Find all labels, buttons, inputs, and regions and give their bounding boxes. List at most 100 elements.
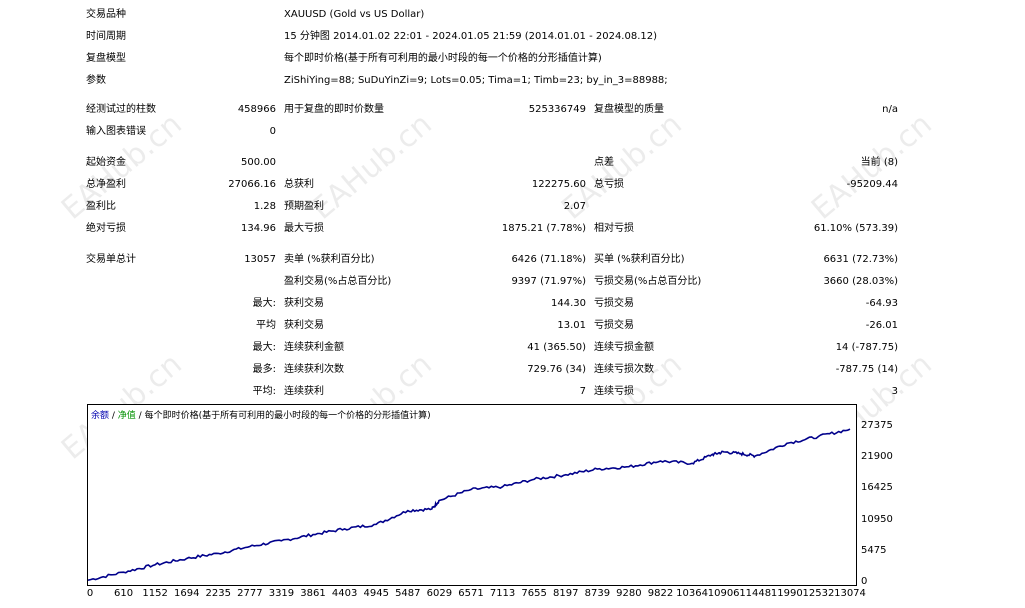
x-tick-label: 4945	[363, 588, 389, 599]
stats-row-drawdown: 绝对亏损 134.96 最大亏损 1875.21 (7.78%) 相对亏损 61…	[0, 218, 1025, 240]
largest-loss-label: 亏损交易	[594, 298, 634, 309]
stats-row-winloss: 盈利交易(%占总百分比) 9397 (71.97%) 亏损交易(%占总百分比) …	[0, 271, 1025, 293]
maxcons-losses-label: 连续亏损金额	[594, 342, 654, 353]
symbol-label: 交易品种	[86, 9, 126, 20]
y-tick-label: 5475	[861, 544, 887, 556]
y-tick-label: 10950	[861, 513, 893, 525]
x-tick-label: 8739	[584, 588, 611, 599]
y-tick-label: 0	[861, 576, 868, 587]
average-label: 平均	[256, 320, 276, 331]
avgcons-wins-label: 连续获利	[284, 386, 324, 397]
average-profit-label: 获利交易	[284, 320, 324, 331]
average-profit-value: 13.01	[557, 320, 586, 331]
x-tick-label: 2235	[205, 588, 231, 599]
spread-value: 当前 (8)	[860, 157, 898, 168]
short-label: 卖单 (%获利百分比)	[284, 254, 375, 265]
x-tick-label: 5487	[395, 588, 421, 599]
stats-row-mismatch: 输入图表错误 0	[0, 121, 1025, 143]
quality-label: 复盘模型的质量	[594, 104, 664, 115]
mismatch-label: 输入图表错误	[86, 126, 146, 137]
losstrades-value: 3660 (28.03%)	[823, 276, 898, 287]
maxcons-losses-value: 14 (-787.75)	[835, 342, 898, 353]
period-label: 时间周期	[86, 31, 126, 42]
bars-value: 458966	[237, 104, 276, 115]
pf-label: 盈利比	[86, 201, 116, 212]
x-tick-label: 4403	[331, 588, 358, 599]
maxconsp-profit-label: 连续获利次数	[284, 364, 344, 375]
x-tick-label: 12532	[802, 588, 835, 599]
x-tick-label: 7655	[521, 588, 547, 599]
maxconsp-loss-label: 连续亏损次数	[594, 364, 654, 375]
x-tick-label: 11990	[770, 588, 803, 599]
settings-row-symbol: 交易品种 XAUUSD (Gold vs US Dollar)	[0, 4, 1025, 26]
deposit-label: 起始资金	[86, 157, 126, 168]
stats-row-pf: 盈利比 1.28 预期盈利 2.07	[0, 196, 1025, 218]
largest-profit-value: 144.30	[551, 298, 586, 309]
maxdd-value: 1875.21 (7.78%)	[501, 223, 586, 234]
trades-label: 交易单总计	[86, 254, 136, 265]
largest-label: 最大:	[252, 298, 276, 309]
symbol-value: XAUUSD (Gold vs US Dollar)	[284, 9, 425, 20]
model-label: 复盘模型	[86, 53, 126, 64]
pf-value: 1.28	[253, 201, 276, 212]
losstrades-label: 亏损交易(%占总百分比)	[594, 276, 702, 287]
x-tick-label: 6029	[426, 588, 453, 599]
stats-row-deposit: 起始资金 500.00 点差 当前 (8)	[0, 152, 1025, 174]
ticks-label: 用于复盘的即时价数量	[284, 104, 384, 115]
x-tick-label: 3319	[268, 588, 295, 599]
avgcons-label: 平均:	[252, 386, 276, 397]
params-label: 参数	[86, 75, 106, 86]
largest-profit-label: 获利交易	[284, 298, 324, 309]
long-value: 6631 (72.73%)	[823, 254, 898, 265]
payoff-label: 预期盈利	[284, 201, 324, 212]
stats-row-maxconsp: 最多: 连续获利次数 729.76 (34) 连续亏损次数 -787.75 (1…	[0, 359, 1025, 381]
balance-chart[interactable]: 余额 / 净值 / 每个即时价格(基于所有可利用的最小时段的每一个价格的分形插值…	[87, 404, 857, 586]
quality-value: n/a	[882, 104, 898, 115]
grossloss-value: -95209.44	[846, 179, 898, 190]
mismatch-value: 0	[269, 126, 276, 137]
stats-row-avgcons: 平均: 连续获利 7 连续亏损 3	[0, 381, 1025, 403]
maxdd-label: 最大亏损	[284, 223, 324, 234]
maxconsp-loss-value: -787.75 (14)	[835, 364, 898, 375]
stats-row-average: 平均 获利交易 13.01 亏损交易 -26.01	[0, 315, 1025, 337]
maxcons-wins-value: 41 (365.50)	[527, 342, 586, 353]
avgcons-losses-value: 3	[891, 386, 898, 397]
profittrades-value: 9397 (71.97%)	[511, 276, 586, 287]
settings-row-period: 时间周期 15 分钟图 2014.01.02 22:01 - 2024.01.0…	[0, 26, 1025, 48]
reldd-label: 相对亏损	[594, 223, 634, 234]
x-tick-label: 610	[114, 588, 134, 599]
x-tick-label: 9822	[647, 588, 674, 599]
x-tick-label: 6571	[458, 588, 484, 599]
x-tick-label: 8197	[553, 588, 579, 599]
x-tick-label: 10364	[676, 588, 708, 599]
long-label: 买单 (%获利百分比)	[594, 254, 685, 265]
stats-row-largest: 最大: 获利交易 144.30 亏损交易 -64.93	[0, 293, 1025, 315]
maxconsp-profit-value: 729.76 (34)	[527, 364, 586, 375]
x-tick-label: 3861	[300, 588, 326, 599]
stats-row-bars: 经测试过的柱数 458966 用于复盘的即时价数量 525336749 复盘模型…	[0, 99, 1025, 121]
stats-row-trades: 交易单总计 13057 卖单 (%获利百分比) 6426 (71.18%) 买单…	[0, 249, 1025, 271]
grossloss-label: 总亏损	[594, 179, 624, 190]
period-value: 15 分钟图 2014.01.02 22:01 - 2024.01.05 21:…	[284, 31, 658, 42]
absdd-label: 绝对亏损	[86, 223, 126, 234]
x-tick-label: 11448	[739, 588, 772, 599]
x-tick-label: 7113	[489, 588, 516, 599]
trades-value: 13057	[244, 254, 276, 265]
maxconsp-label: 最多:	[252, 364, 276, 375]
short-value: 6426 (71.18%)	[511, 254, 586, 265]
netprofit-label: 总净盈利	[86, 179, 126, 190]
absdd-value: 134.96	[241, 223, 276, 234]
average-loss-label: 亏损交易	[594, 320, 634, 331]
y-tick-label: 21900	[861, 451, 893, 463]
x-tick-label: 9280	[616, 588, 642, 599]
stats-row-profit: 总净盈利 27066.16 总获利 122275.60 总亏损 -95209.4…	[0, 174, 1025, 196]
x-tick-label: 0	[86, 588, 94, 599]
y-tick-label: 16425	[861, 482, 893, 494]
reldd-value: 61.10% (573.39)	[813, 223, 898, 234]
average-loss-value: -26.01	[865, 320, 898, 331]
x-tick-label: 1152	[142, 588, 168, 599]
chart-plot	[88, 428, 851, 581]
avgcons-wins-value: 7	[579, 386, 586, 397]
bars-label: 经测试过的柱数	[86, 104, 156, 115]
avgcons-losses-label: 连续亏损	[594, 386, 634, 397]
